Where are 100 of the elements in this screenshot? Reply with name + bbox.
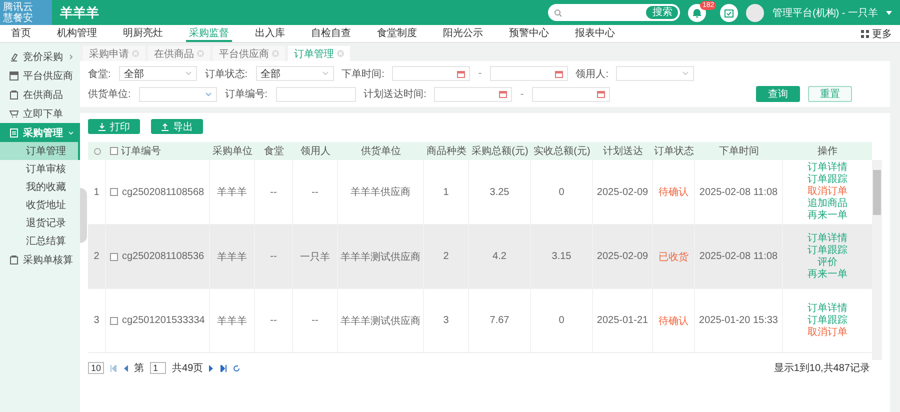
nav-tab[interactable]: 报表中心 <box>572 25 618 42</box>
caret-icon[interactable] <box>886 10 892 14</box>
collapse-handle[interactable] <box>80 188 87 243</box>
column-header: 供货单位 <box>361 144 401 158</box>
table-cell: 1 <box>443 186 449 198</box>
chevron-right-icon <box>68 54 74 60</box>
filter-label: 订单状态: <box>204 68 248 80</box>
filter-label: 供货单位: <box>88 88 131 101</box>
sidebar-item[interactable]: 采购单核算 <box>0 250 80 269</box>
nav-tab[interactable]: 食堂制度 <box>374 25 420 42</box>
sidebar-item[interactable]: 立即下单 <box>0 104 80 123</box>
last-page-icon[interactable] <box>220 364 228 372</box>
nav-tab[interactable]: 首页 <box>8 25 34 42</box>
table-cell: 7.67 <box>490 315 510 326</box>
chevron-down-icon <box>184 71 192 76</box>
logo: 腾讯云 慧餐安 <box>0 0 52 25</box>
table-cell: 2025-02-08 11:08 <box>699 186 778 198</box>
more-menu[interactable]: 更多 <box>861 25 892 42</box>
checkbox[interactable] <box>110 316 118 324</box>
chevron-down-icon <box>322 71 329 76</box>
chevron-down-icon <box>682 71 690 76</box>
range-separator: - <box>520 88 524 100</box>
order-status: 待确认 <box>658 186 688 199</box>
checkbox[interactable] <box>110 188 118 196</box>
table-cell: 2025-02-09 <box>596 251 648 262</box>
column-header: 操作 <box>818 145 838 158</box>
date-field[interactable] <box>434 86 512 102</box>
order-status: 已收货 <box>658 250 688 264</box>
filter-label: 订单编号: <box>224 88 268 101</box>
table-cell: 2025-02-08 11:08 <box>699 251 778 262</box>
clipboard-icon <box>9 128 19 138</box>
column-header: 食堂 <box>264 144 284 158</box>
table-cell: 0 <box>558 186 564 198</box>
row-number: 1 <box>94 186 100 198</box>
table-cell: -- <box>270 186 277 198</box>
column-header: 领用人 <box>300 145 330 158</box>
select-field[interactable]: 全部 <box>256 66 334 81</box>
table-cell: 3.25 <box>490 186 510 198</box>
calendar-icon <box>499 90 508 98</box>
refresh-icon[interactable] <box>233 364 240 372</box>
first-page-icon[interactable] <box>110 364 118 372</box>
calendar-icon <box>596 90 605 98</box>
select-field[interactable] <box>616 66 694 81</box>
page-prefix: 第 <box>134 362 144 375</box>
next-page-icon[interactable] <box>209 364 214 372</box>
sidebar-subitem[interactable]: 我的收藏 <box>0 178 80 196</box>
filter-label: 计划送达时间: <box>364 88 426 101</box>
avatar[interactable] <box>746 4 764 22</box>
table-cell: 2025-01-21 <box>596 315 648 326</box>
select-field[interactable]: 全部 <box>118 66 197 81</box>
column-header: 订单编号 <box>121 144 161 158</box>
page-tab[interactable]: 在供商品 <box>148 46 210 61</box>
date-field[interactable] <box>490 66 568 81</box>
sidebar-subitem[interactable]: 汇总结算 <box>0 232 80 250</box>
table-cell: cg2501201533334 <box>122 315 205 326</box>
page-tab[interactable]: 采购申请 <box>83 46 145 61</box>
scrollbar[interactable] <box>872 160 882 360</box>
page-input[interactable]: 1 <box>150 362 166 374</box>
sidebar-subitem[interactable]: 收货地址 <box>0 196 80 214</box>
table-cell: 2025-01-20 15:33 <box>699 315 778 326</box>
nav-tab[interactable]: 预警中心 <box>506 25 552 42</box>
sidebar-item[interactable]: 在供商品 <box>0 85 80 104</box>
select-field[interactable] <box>138 86 217 102</box>
column-header: 计划送达 <box>603 144 643 158</box>
table-cell: -- <box>312 315 318 326</box>
sidebar-subitem[interactable]: 退货记录 <box>0 214 80 232</box>
page-size-select[interactable]: 10 <box>88 362 104 374</box>
input-field[interactable] <box>276 86 356 102</box>
filter-label: 食堂: <box>88 68 111 80</box>
filter-label: 下单时间: <box>342 68 384 80</box>
app-title: 羊羊羊 <box>60 4 99 22</box>
calendar-button[interactable] <box>720 4 738 22</box>
nav-tab[interactable]: 机构管理 <box>54 25 100 42</box>
date-field[interactable] <box>532 86 610 102</box>
date-field[interactable] <box>392 66 470 81</box>
table-cell: cg2502081108536 <box>122 251 204 262</box>
nav-tab[interactable]: 阳光公示 <box>440 25 486 42</box>
checkbox[interactable] <box>110 147 118 155</box>
sidebar-item[interactable]: 竞价采购 <box>0 47 80 66</box>
nav-tab[interactable]: 自检自查 <box>308 25 354 42</box>
table-cell: 0 <box>558 315 564 326</box>
column-header: 订单状态 <box>654 144 694 158</box>
table-cell: 2025-02-09 <box>596 186 648 198</box>
previous-page-icon[interactable] <box>123 364 128 372</box>
table-cell-text: 羊羊羊测试供应商 <box>340 250 420 264</box>
column-header: 实收总额(元) <box>534 144 590 158</box>
nav-tab[interactable]: 明厨亮灶 <box>120 25 166 42</box>
table-cell: 4.2 <box>492 251 506 262</box>
circle-icon <box>94 148 100 154</box>
sidebar-subitem[interactable]: 订单管理 <box>0 142 80 160</box>
table-cell-text: 羊羊羊 <box>217 186 247 199</box>
chevron-down-icon <box>204 92 212 96</box>
sidebar-item[interactable]: 平台供应商 <box>0 66 80 85</box>
total-pages: 共49页 <box>172 362 204 375</box>
sidebar-subitem[interactable]: 订单审核 <box>0 160 80 178</box>
table-cell-text: 羊羊羊供应商 <box>350 186 410 199</box>
checkbox[interactable] <box>110 252 118 260</box>
page-tab[interactable]: 平台供应商 <box>213 46 285 61</box>
nav-tab[interactable]: 出入库 <box>252 25 288 42</box>
calendar-icon <box>554 70 563 78</box>
